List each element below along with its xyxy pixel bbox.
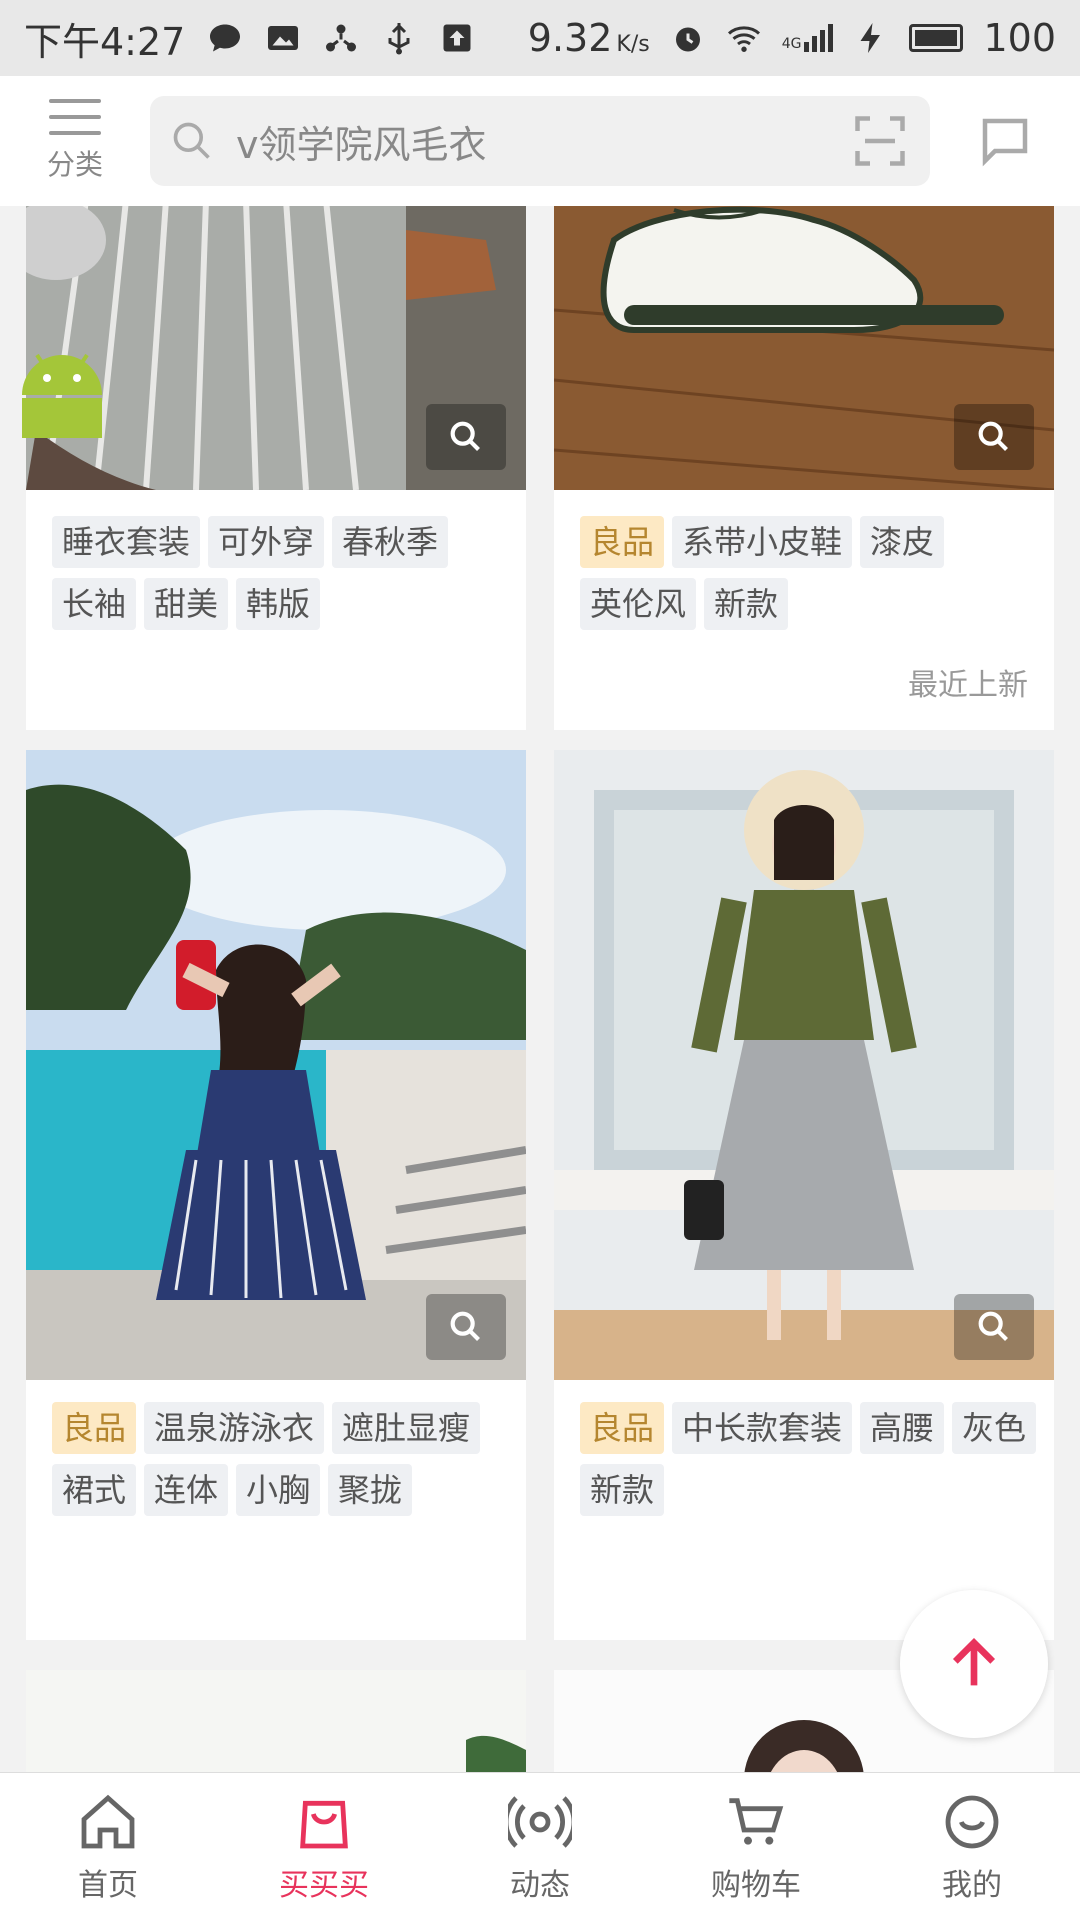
search-placeholder: v领学院风毛衣 (236, 122, 487, 167)
android-float-icon[interactable] (12, 340, 112, 440)
network-speed: 9.32 K/s (528, 16, 650, 60)
magnifier-icon (978, 421, 1008, 451)
nav-label: 买买买 (279, 1867, 369, 1903)
product-image[interactable] (554, 750, 1054, 1380)
tag: 睡衣套装 (52, 516, 201, 568)
tag: 遮肚显瘦 (332, 1402, 481, 1454)
nav-feed[interactable]: 动态 (432, 1773, 648, 1920)
search-input[interactable]: v领学院风毛衣 (150, 96, 930, 186)
tag: 新款 (580, 1464, 665, 1516)
back-to-top-button[interactable] (900, 1590, 1048, 1738)
tag: 英伦风 (580, 578, 697, 630)
product-card[interactable]: 睡衣套装 可外穿 春秋季 长袖 甜美 韩版 (26, 206, 526, 730)
product-image[interactable] (26, 1670, 526, 1772)
similar-search-button[interactable] (426, 1294, 506, 1360)
category-label: 分类 (46, 148, 103, 181)
tag-good: 良品 (580, 1402, 665, 1454)
nav-label: 动态 (510, 1867, 570, 1903)
product-image[interactable] (554, 206, 1054, 490)
product-card[interactable]: 良品 温泉游泳衣 遮肚显瘦 裙式 连体 小胸 聚拢 (26, 750, 526, 1640)
shopping-bag-icon (300, 1800, 348, 1848)
status-time: 下午4:27 (24, 19, 186, 64)
nav-shop[interactable]: 买买买 (216, 1773, 432, 1920)
search-icon (173, 122, 210, 159)
signal-icon: 4G (782, 24, 834, 52)
charging-icon (860, 23, 881, 53)
nav-home[interactable]: 首页 (0, 1773, 216, 1920)
tag: 长袖 (52, 578, 137, 630)
speed-value: 9.32 (527, 16, 613, 60)
tag-list: 睡衣套装 可外穿 春秋季 长袖 甜美 韩版 (52, 516, 522, 630)
profile-icon (945, 1795, 999, 1848)
nav-label: 首页 (78, 1867, 138, 1903)
tag: 春秋季 (332, 516, 449, 568)
tag: 聚拢 (328, 1464, 413, 1516)
upload-icon (443, 24, 471, 52)
tag: 韩版 (236, 578, 321, 630)
nav-cart[interactable]: 购物车 (648, 1773, 864, 1920)
tag: 灰色 (952, 1402, 1037, 1454)
magnifier-icon (450, 1311, 480, 1341)
product-card[interactable]: 良品 中长款套装 高腰 灰色 新款 (554, 750, 1054, 1640)
scan-icon[interactable] (850, 111, 910, 171)
menu-icon (49, 99, 101, 135)
tag: 连体 (144, 1464, 229, 1516)
similar-search-button[interactable] (426, 404, 506, 470)
tag: 系带小皮鞋 (672, 516, 853, 568)
bottom-nav: 首页 买买买 动态 购物车 我的 (0, 1772, 1080, 1920)
chat-bubble-icon (210, 24, 241, 52)
product-card[interactable]: 良品 系带小皮鞋 漆皮 英伦风 新款 最近上新 (554, 206, 1054, 730)
tag-good: 良品 (580, 516, 665, 568)
usb-icon (388, 23, 410, 55)
message-button[interactable] (930, 76, 1080, 206)
sold-label: 最近上新 (908, 668, 1028, 703)
tag: 温泉游泳衣 (144, 1402, 325, 1454)
tag: 新款 (704, 578, 789, 630)
similar-search-button[interactable] (954, 404, 1034, 470)
tag-good: 良品 (52, 1402, 137, 1454)
similar-search-button[interactable] (954, 1294, 1034, 1360)
broadcast-icon (508, 1795, 572, 1848)
tag-list: 良品 系带小皮鞋 漆皮 英伦风 新款 (580, 516, 1050, 630)
battery-level: 100 (983, 16, 1056, 60)
tag: 可外穿 (208, 516, 325, 568)
tag: 高腰 (860, 1402, 945, 1454)
home-icon (81, 1794, 135, 1848)
tag: 漆皮 (860, 516, 945, 568)
tag: 裙式 (52, 1464, 137, 1516)
share-icon (326, 24, 357, 52)
tag: 甜美 (144, 578, 229, 630)
image-icon (268, 26, 299, 50)
product-image[interactable] (26, 750, 526, 1380)
product-card[interactable] (26, 1670, 526, 1772)
battery-icon (909, 24, 964, 52)
wifi-icon (727, 26, 760, 52)
speed-unit: K/s (616, 32, 650, 57)
tag: 中长款套装 (672, 1402, 853, 1454)
tag-list: 良品 温泉游泳衣 遮肚显瘦 裙式 连体 小胸 聚拢 (52, 1402, 522, 1516)
nav-label: 购物车 (711, 1867, 801, 1903)
product-grid: 睡衣套装 可外穿 春秋季 长袖 甜美 韩版 良品 系带小皮鞋 漆皮 英伦风 新款… (0, 206, 1080, 1772)
category-button[interactable]: 分类 (0, 76, 150, 206)
arrow-up-icon (952, 1637, 996, 1686)
magnifier-icon (978, 1311, 1008, 1341)
status-bar: 下午4:27 9.32 K/s 4G 100 (0, 0, 1080, 76)
tag: 小胸 (236, 1464, 321, 1516)
magnifier-icon (450, 421, 480, 451)
network-type: 4G (781, 36, 802, 52)
alarm-icon (675, 27, 700, 52)
top-header: 分类 v领学院风毛衣 (0, 76, 1080, 206)
cart-icon (729, 1797, 784, 1845)
tag-list: 良品 中长款套装 高腰 灰色 新款 (580, 1402, 1050, 1516)
nav-profile[interactable]: 我的 (864, 1773, 1080, 1920)
nav-label: 我的 (942, 1867, 1002, 1903)
message-icon (982, 118, 1028, 167)
